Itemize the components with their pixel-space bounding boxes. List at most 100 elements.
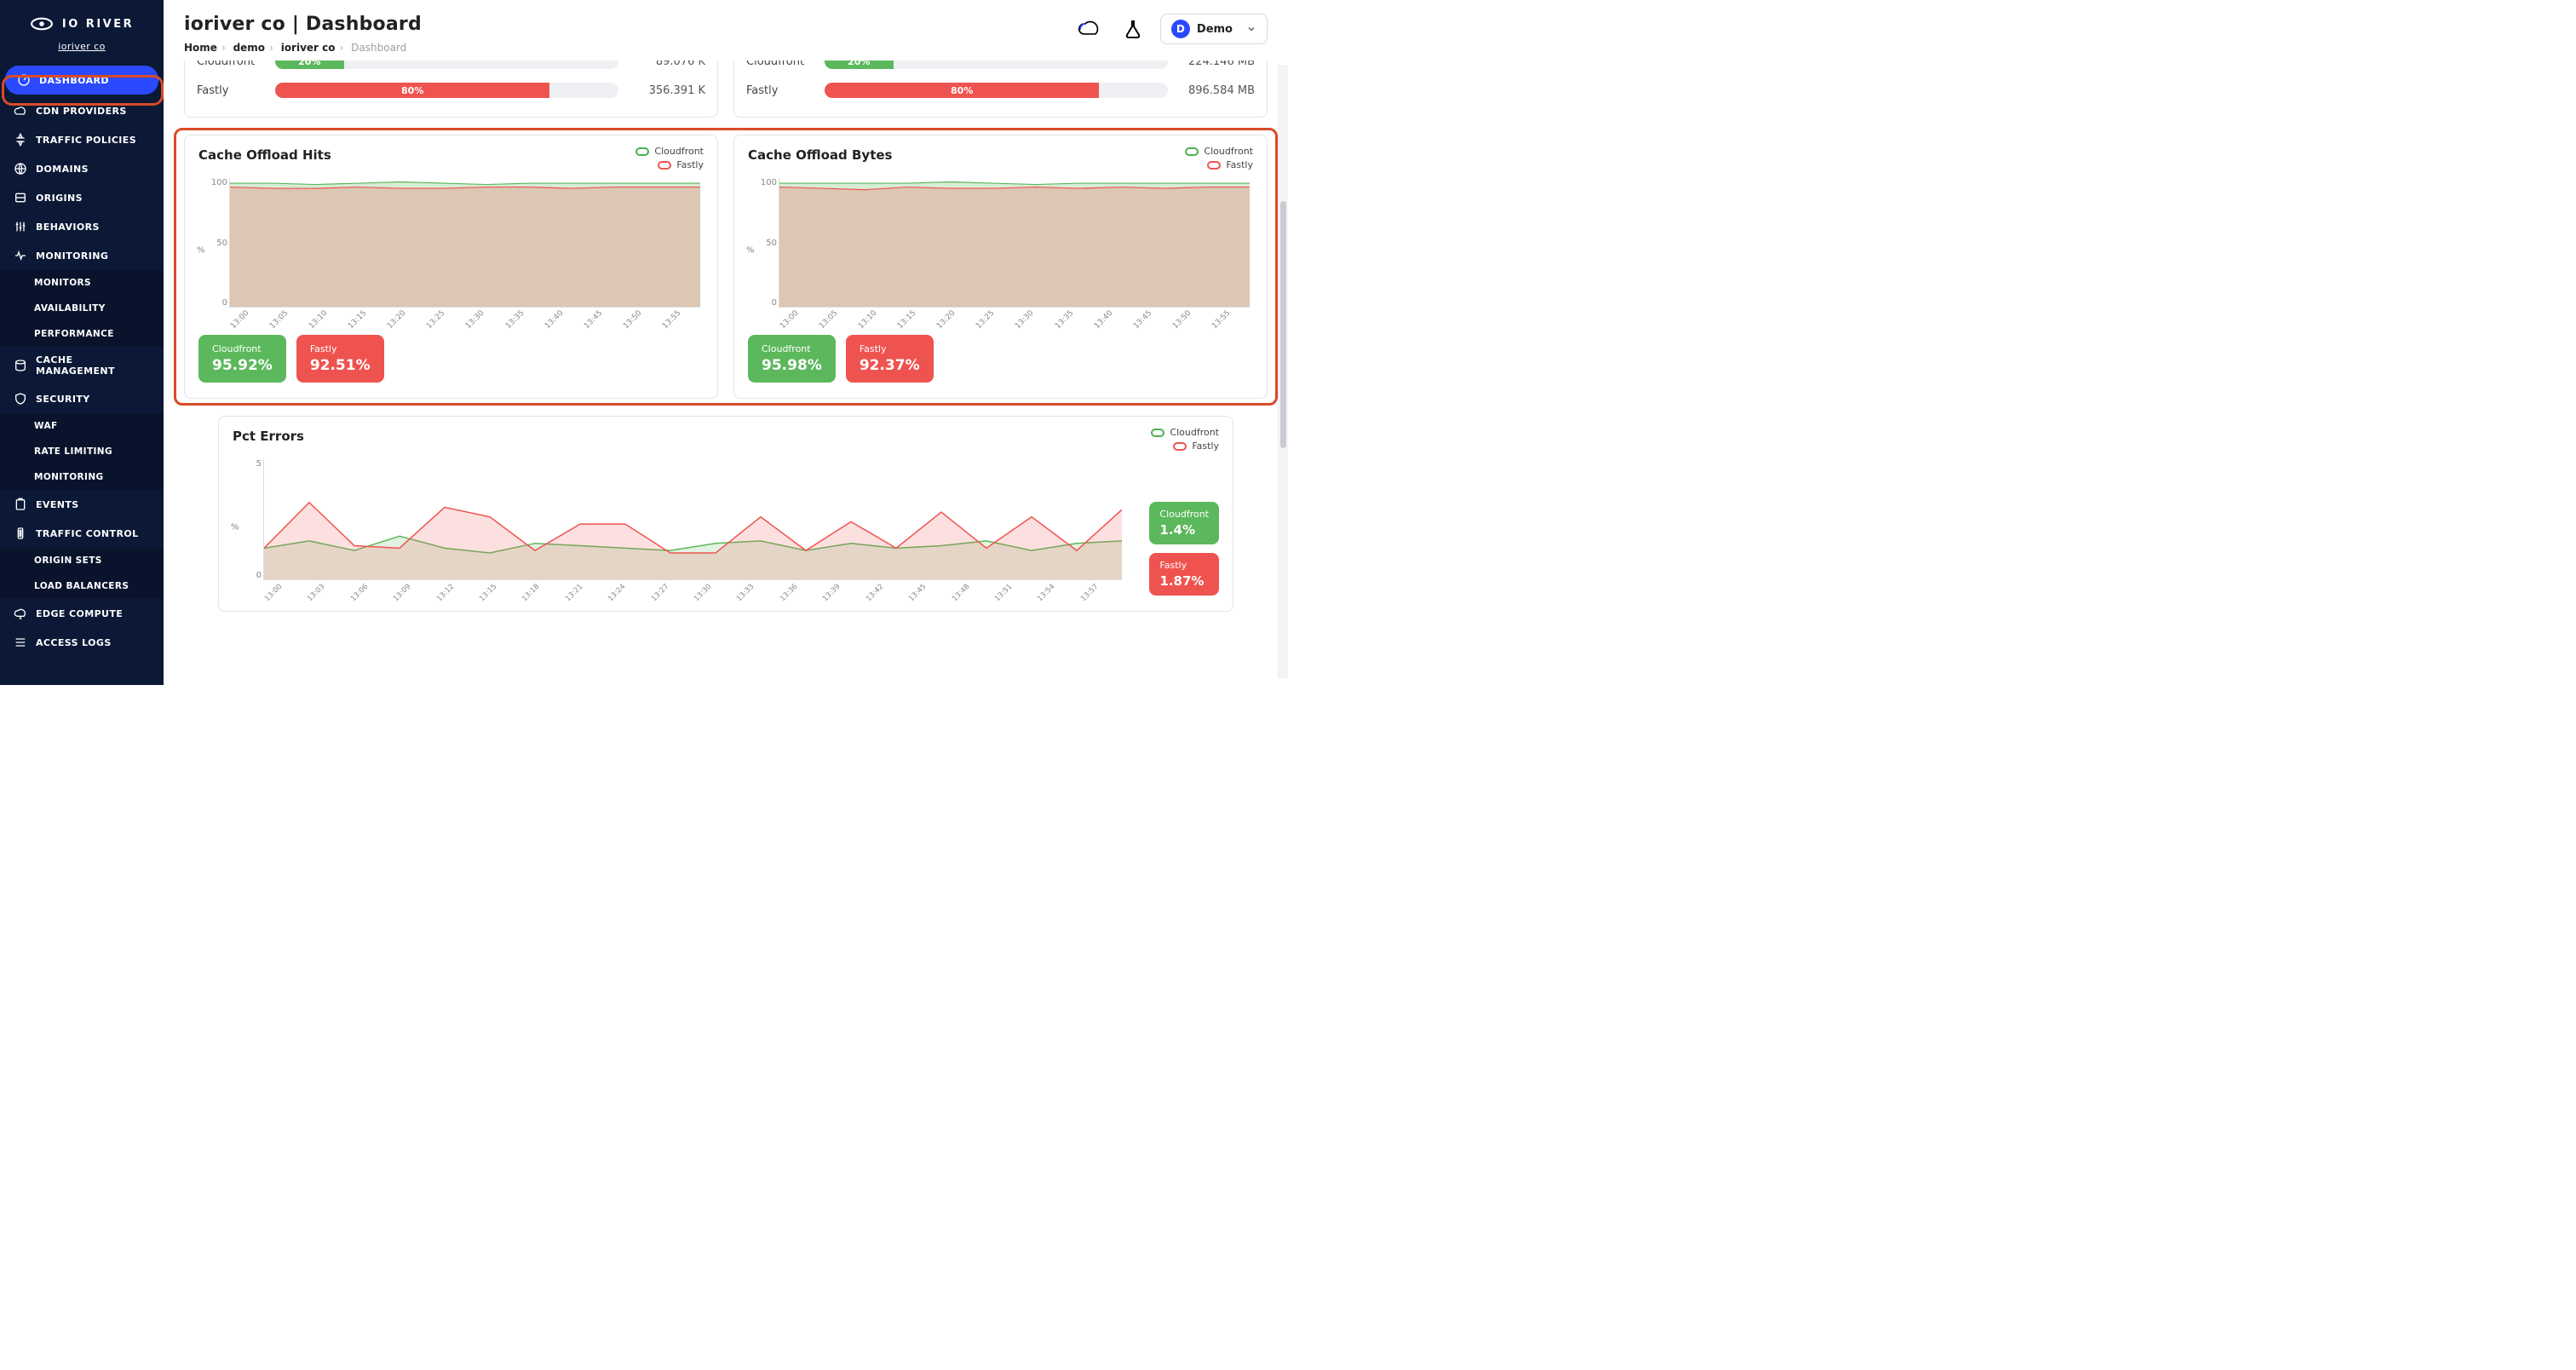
sidebar-label: AVAILABILITY <box>34 303 106 314</box>
sidebar-item-security[interactable]: SECURITY <box>0 384 164 413</box>
dist-value: 356.391 K <box>629 84 705 97</box>
sidebar-label: DASHBOARD <box>39 75 109 86</box>
dist-row: Fastly 80% 896.584 MB <box>746 76 1255 105</box>
dist-label: Cloudfront <box>746 60 814 68</box>
chevron-down-icon <box>1246 24 1256 34</box>
flask-icon[interactable] <box>1123 17 1143 41</box>
legend-pill-red <box>658 161 671 170</box>
brand: IO RIVER ioriver co <box>0 0 164 59</box>
sidebar-sub-origin-sets[interactable]: ORIGIN SETS <box>0 548 164 573</box>
dist-label: Fastly <box>746 84 814 97</box>
summary-cloudfront: Cloudfront95.98% <box>748 335 836 383</box>
legend-label: Cloudfront <box>1170 427 1219 438</box>
dist-row: Fastly 80% 356.391 K <box>197 76 705 105</box>
dist-bar-fill: 20% <box>275 60 344 69</box>
legend-pill-green <box>1185 147 1199 156</box>
cache-hits-chart: % 100 50 0 13:0013:0513:1013:1513:2013:2… <box>198 178 704 323</box>
y-axis: 5 0 <box>239 459 262 580</box>
summary-fastly: Fastly92.51% <box>296 335 384 383</box>
pct-summary: Cloudfront1.4% Fastly1.87% <box>1149 502 1219 596</box>
brand-subtitle[interactable]: ioriver co <box>58 41 105 52</box>
sidebar-sub-performance[interactable]: PERFORMANCE <box>0 321 164 347</box>
y-unit: % <box>231 523 239 532</box>
sidebar-item-cdn-providers[interactable]: CDN PROVIDERS <box>0 96 164 125</box>
traffic-icon <box>14 133 27 147</box>
crumb-demo[interactable]: demo <box>233 42 265 54</box>
dist-value: 224.146 MB <box>1178 60 1255 68</box>
brand-logo-icon <box>30 12 54 36</box>
sliders-icon <box>14 220 27 233</box>
sidebar-item-monitoring[interactable]: MONITORING <box>0 241 164 270</box>
dist-value: 89.076 K <box>629 60 705 68</box>
x-axis: 13:0013:0513:1013:1513:2013:2513:3013:35… <box>229 319 700 328</box>
y-unit: % <box>746 246 755 256</box>
cloud-compute-icon <box>14 607 27 620</box>
legend-label: Fastly <box>676 159 704 170</box>
sidebar-sub-waf[interactable]: WAF <box>0 413 164 439</box>
cache-bytes-chart: % 100 50 0 13:0013:0513:1013:1513:2013:2… <box>748 178 1253 323</box>
sidebar-label: TRAFFIC CONTROL <box>36 528 138 539</box>
sidebar-label: PERFORMANCE <box>34 329 114 339</box>
legend: Cloudfront Fastly <box>1151 427 1219 452</box>
sidebar-label: MONITORING <box>34 472 104 482</box>
header: ioriver co | Dashboard Home› demo› ioriv… <box>164 0 1288 60</box>
multicloud-icon[interactable] <box>1077 17 1106 41</box>
dist-bar-fill: 20% <box>825 60 894 69</box>
sidebar-sub-monitoring2[interactable]: MONITORING <box>0 464 164 490</box>
sidebar-label: CACHE MANAGEMENT <box>36 354 150 377</box>
avatar: D <box>1171 20 1190 38</box>
sidebar-item-access-logs[interactable]: ACCESS LOGS <box>0 628 164 657</box>
req-distribution-card: Cloudfront 20% 89.076 K Fastly 80% 356.3… <box>184 60 718 118</box>
sidebar-sub-monitors[interactable]: MONITORS <box>0 270 164 296</box>
brand-name: IO RIVER <box>62 18 134 31</box>
content: Cloudfront 20% 89.076 K Fastly 80% 356.3… <box>164 60 1288 637</box>
sidebar-item-origins[interactable]: ORIGINS <box>0 183 164 212</box>
summary-fastly: Fastly92.37% <box>846 335 934 383</box>
crumb-service[interactable]: ioriver co <box>281 42 336 54</box>
plot-area <box>229 178 700 308</box>
plot-area <box>779 178 1250 308</box>
sidebar-item-domains[interactable]: DOMAINS <box>0 154 164 183</box>
card-title: Cache Offload Bytes <box>748 147 1253 163</box>
breadcrumb: Home› demo› ioriver co› Dashboard <box>184 42 422 54</box>
shield-icon <box>14 392 27 406</box>
scrollbar[interactable] <box>1278 65 1288 678</box>
sidebar-sub-load-balancers[interactable]: LOAD BALANCERS <box>0 573 164 599</box>
gauge-icon <box>17 73 31 87</box>
sidebar-sub-availability[interactable]: AVAILABILITY <box>0 296 164 321</box>
sidebar-item-traffic-policies[interactable]: TRAFFIC POLICIES <box>0 125 164 154</box>
traffic-light-icon <box>14 527 27 540</box>
server-icon <box>14 191 27 204</box>
sidebar-item-dashboard[interactable]: DASHBOARD <box>5 66 158 95</box>
account-dropdown[interactable]: D Demo <box>1160 14 1268 44</box>
dist-row: Cloudfront 20% 89.076 K <box>197 60 705 76</box>
sidebar-item-events[interactable]: EVENTS <box>0 490 164 519</box>
pct-errors-chart: % 5 0 13:0013:0313:0613:0913:1213:1513:1… <box>233 459 1125 596</box>
cache-offload-hits-card: Cache Offload Hits Cloudfront Fastly % 1… <box>184 135 718 399</box>
top-distribution-row: Cloudfront 20% 89.076 K Fastly 80% 356.3… <box>184 60 1268 118</box>
y-unit: % <box>197 246 205 256</box>
sidebar-sub-rate-limiting[interactable]: RATE LIMITING <box>0 439 164 464</box>
sidebar-item-edge-compute[interactable]: EDGE COMPUTE <box>0 599 164 628</box>
scroll-thumb[interactable] <box>1280 201 1286 448</box>
sidebar-label: EVENTS <box>36 499 79 510</box>
summary-fastly: Fastly1.87% <box>1149 553 1219 596</box>
sidebar-label: TRAFFIC POLICIES <box>36 135 136 146</box>
legend-pill-green <box>1151 429 1164 437</box>
list-icon <box>14 636 27 649</box>
sidebar-item-traffic-control[interactable]: TRAFFIC CONTROL <box>0 519 164 548</box>
page-title: ioriver co | Dashboard <box>184 14 422 35</box>
cache-offload-row: Cache Offload Hits Cloudfront Fastly % 1… <box>184 135 1268 399</box>
heartbeat-icon <box>14 249 27 262</box>
dist-bar-fill: 80% <box>275 83 549 98</box>
crumb-current: Dashboard <box>351 42 406 54</box>
sidebar-item-cache[interactable]: CACHE MANAGEMENT <box>0 347 164 384</box>
sidebar-item-behaviors[interactable]: BEHAVIORS <box>0 212 164 241</box>
legend-label: Fastly <box>1192 440 1219 452</box>
dist-label: Cloudfront <box>197 60 265 68</box>
crumb-home[interactable]: Home <box>184 42 217 54</box>
sidebar-label: MONITORING <box>36 250 108 262</box>
sidebar-label: ORIGINS <box>36 193 83 204</box>
plot-area <box>263 459 1122 580</box>
legend: Cloudfront Fastly <box>1185 146 1253 170</box>
